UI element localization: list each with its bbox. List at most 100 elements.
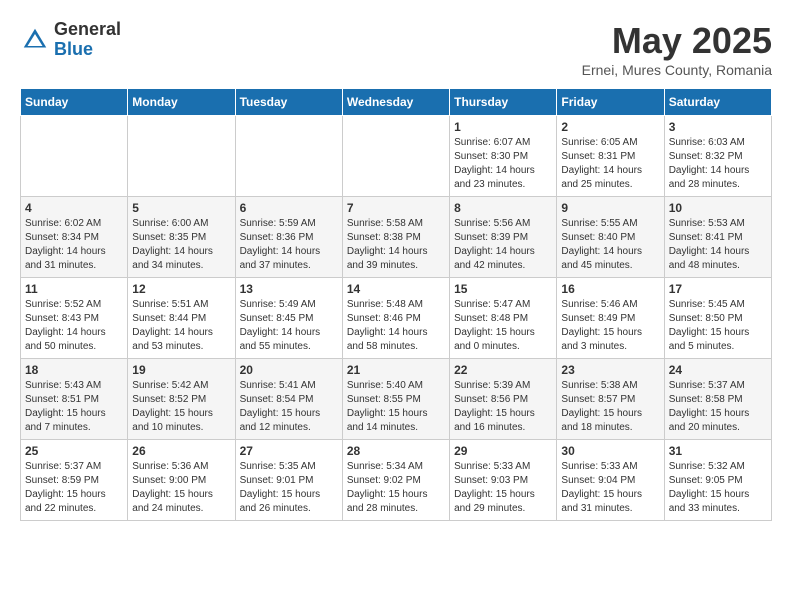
day-number: 16: [561, 282, 659, 296]
day-number: 3: [669, 120, 767, 134]
day-info: Sunrise: 6:07 AM Sunset: 8:30 PM Dayligh…: [454, 136, 552, 192]
calendar-cell: 4 Sunrise: 6:02 AM Sunset: 8:34 PM Daylig…: [21, 197, 128, 278]
day-number: 31: [669, 444, 767, 458]
day-info: Sunrise: 5:51 AM Sunset: 8:44 PM Dayligh…: [132, 298, 230, 354]
calendar-week-row: 1 Sunrise: 6:07 AM Sunset: 8:30 PM Daylig…: [21, 116, 772, 197]
day-number: 11: [25, 282, 123, 296]
day-number: 14: [347, 282, 445, 296]
day-number: 9: [561, 201, 659, 215]
day-info: Sunrise: 5:41 AM Sunset: 8:54 PM Dayligh…: [240, 379, 338, 435]
calendar-week-row: 11 Sunrise: 5:52 AM Sunset: 8:43 PM Dayli…: [21, 278, 772, 359]
day-info: Sunrise: 5:58 AM Sunset: 8:38 PM Dayligh…: [347, 217, 445, 273]
calendar-cell: 24 Sunrise: 5:37 AM Sunset: 8:58 PM Dayli…: [664, 359, 771, 440]
day-number: 12: [132, 282, 230, 296]
day-number: 22: [454, 363, 552, 377]
day-info: Sunrise: 5:34 AM Sunset: 9:02 PM Dayligh…: [347, 460, 445, 516]
day-number: 21: [347, 363, 445, 377]
calendar-cell: 2 Sunrise: 6:05 AM Sunset: 8:31 PM Daylig…: [557, 116, 664, 197]
day-info: Sunrise: 5:35 AM Sunset: 9:01 PM Dayligh…: [240, 460, 338, 516]
day-info: Sunrise: 5:43 AM Sunset: 8:51 PM Dayligh…: [25, 379, 123, 435]
day-number: 28: [347, 444, 445, 458]
day-number: 15: [454, 282, 552, 296]
calendar-cell: 29Sunrise: 5:33 AM Sunset: 9:03 PM Dayli…: [450, 440, 557, 521]
day-info: Sunrise: 5:38 AM Sunset: 8:57 PM Dayligh…: [561, 379, 659, 435]
calendar-cell: 21 Sunrise: 5:40 AM Sunset: 8:55 PM Dayli…: [342, 359, 449, 440]
calendar-cell: 26 Sunrise: 5:36 AM Sunset: 9:00 PM Dayli…: [128, 440, 235, 521]
calendar-week-row: 18 Sunrise: 5:43 AM Sunset: 8:51 PM Dayli…: [21, 359, 772, 440]
day-number: 6: [240, 201, 338, 215]
day-info: Sunrise: 5:40 AM Sunset: 8:55 PM Dayligh…: [347, 379, 445, 435]
day-info: Sunrise: 5:48 AM Sunset: 8:46 PM Dayligh…: [347, 298, 445, 354]
calendar-cell: [128, 116, 235, 197]
day-info: Sunrise: 5:32 AM Sunset: 9:05 PM Dayligh…: [669, 460, 767, 516]
location-subtitle: Ernei, Mures County, Romania: [582, 62, 772, 78]
day-number: 30: [561, 444, 659, 458]
day-number: 2: [561, 120, 659, 134]
calendar-cell: 14 Sunrise: 5:48 AM Sunset: 8:46 PM Dayli…: [342, 278, 449, 359]
calendar-cell: 11 Sunrise: 5:52 AM Sunset: 8:43 PM Dayli…: [21, 278, 128, 359]
day-header-friday: Friday: [557, 89, 664, 116]
day-number: 26: [132, 444, 230, 458]
calendar-header-row: SundayMondayTuesdayWednesdayThursdayFrid…: [21, 89, 772, 116]
day-header-monday: Monday: [128, 89, 235, 116]
day-info: Sunrise: 6:02 AM Sunset: 8:34 PM Dayligh…: [25, 217, 123, 273]
day-info: Sunrise: 5:36 AM Sunset: 9:00 PM Dayligh…: [132, 460, 230, 516]
day-number: 8: [454, 201, 552, 215]
calendar-cell: 27 Sunrise: 5:35 AM Sunset: 9:01 PM Dayli…: [235, 440, 342, 521]
calendar-cell: 15Sunrise: 5:47 AM Sunset: 8:48 PM Dayli…: [450, 278, 557, 359]
calendar-cell: 1 Sunrise: 6:07 AM Sunset: 8:30 PM Daylig…: [450, 116, 557, 197]
day-number: 1: [454, 120, 552, 134]
day-number: 24: [669, 363, 767, 377]
month-title: May 2025: [582, 20, 772, 62]
page-header: General Blue May 2025 Ernei, Mures Count…: [20, 20, 772, 78]
day-info: Sunrise: 5:42 AM Sunset: 8:52 PM Dayligh…: [132, 379, 230, 435]
day-header-sunday: Sunday: [21, 89, 128, 116]
calendar-cell: 30 Sunrise: 5:33 AM Sunset: 9:04 PM Dayli…: [557, 440, 664, 521]
day-number: 25: [25, 444, 123, 458]
day-number: 18: [25, 363, 123, 377]
day-info: Sunrise: 5:37 AM Sunset: 8:58 PM Dayligh…: [669, 379, 767, 435]
day-info: Sunrise: 5:37 AM Sunset: 8:59 PM Dayligh…: [25, 460, 123, 516]
day-info: Sunrise: 5:53 AM Sunset: 8:41 PM Dayligh…: [669, 217, 767, 273]
day-info: Sunrise: 5:49 AM Sunset: 8:45 PM Dayligh…: [240, 298, 338, 354]
calendar-cell: 3Sunrise: 6:03 AM Sunset: 8:32 PM Daylig…: [664, 116, 771, 197]
day-number: 27: [240, 444, 338, 458]
calendar-week-row: 4 Sunrise: 6:02 AM Sunset: 8:34 PM Daylig…: [21, 197, 772, 278]
day-info: Sunrise: 5:52 AM Sunset: 8:43 PM Dayligh…: [25, 298, 123, 354]
calendar-cell: 12 Sunrise: 5:51 AM Sunset: 8:44 PM Dayli…: [128, 278, 235, 359]
calendar-cell: 13 Sunrise: 5:49 AM Sunset: 8:45 PM Dayli…: [235, 278, 342, 359]
logo-icon: [20, 25, 50, 55]
day-info: Sunrise: 5:59 AM Sunset: 8:36 PM Dayligh…: [240, 217, 338, 273]
day-info: Sunrise: 5:33 AM Sunset: 9:04 PM Dayligh…: [561, 460, 659, 516]
calendar-cell: [235, 116, 342, 197]
calendar-cell: 25 Sunrise: 5:37 AM Sunset: 8:59 PM Dayli…: [21, 440, 128, 521]
calendar-week-row: 25 Sunrise: 5:37 AM Sunset: 8:59 PM Dayli…: [21, 440, 772, 521]
calendar-cell: 8 Sunrise: 5:56 AM Sunset: 8:39 PM Daylig…: [450, 197, 557, 278]
calendar-table: SundayMondayTuesdayWednesdayThursdayFrid…: [20, 88, 772, 521]
calendar-cell: 22Sunrise: 5:39 AM Sunset: 8:56 PM Dayli…: [450, 359, 557, 440]
day-info: Sunrise: 5:46 AM Sunset: 8:49 PM Dayligh…: [561, 298, 659, 354]
calendar-cell: 28 Sunrise: 5:34 AM Sunset: 9:02 PM Dayli…: [342, 440, 449, 521]
day-header-tuesday: Tuesday: [235, 89, 342, 116]
calendar-cell: 16 Sunrise: 5:46 AM Sunset: 8:49 PM Dayli…: [557, 278, 664, 359]
logo-blue-text: Blue: [54, 39, 93, 59]
day-header-wednesday: Wednesday: [342, 89, 449, 116]
day-info: Sunrise: 6:05 AM Sunset: 8:31 PM Dayligh…: [561, 136, 659, 192]
title-block: May 2025 Ernei, Mures County, Romania: [582, 20, 772, 78]
calendar-cell: 23Sunrise: 5:38 AM Sunset: 8:57 PM Dayli…: [557, 359, 664, 440]
day-info: Sunrise: 5:55 AM Sunset: 8:40 PM Dayligh…: [561, 217, 659, 273]
calendar-cell: [21, 116, 128, 197]
day-info: Sunrise: 5:56 AM Sunset: 8:39 PM Dayligh…: [454, 217, 552, 273]
day-number: 17: [669, 282, 767, 296]
day-number: 7: [347, 201, 445, 215]
logo-general-text: General: [54, 19, 121, 39]
day-info: Sunrise: 5:45 AM Sunset: 8:50 PM Dayligh…: [669, 298, 767, 354]
day-number: 13: [240, 282, 338, 296]
day-info: Sunrise: 6:00 AM Sunset: 8:35 PM Dayligh…: [132, 217, 230, 273]
day-number: 20: [240, 363, 338, 377]
calendar-cell: 9 Sunrise: 5:55 AM Sunset: 8:40 PM Daylig…: [557, 197, 664, 278]
day-number: 4: [25, 201, 123, 215]
calendar-cell: 6 Sunrise: 5:59 AM Sunset: 8:36 PM Daylig…: [235, 197, 342, 278]
calendar-cell: 20 Sunrise: 5:41 AM Sunset: 8:54 PM Dayli…: [235, 359, 342, 440]
day-number: 19: [132, 363, 230, 377]
